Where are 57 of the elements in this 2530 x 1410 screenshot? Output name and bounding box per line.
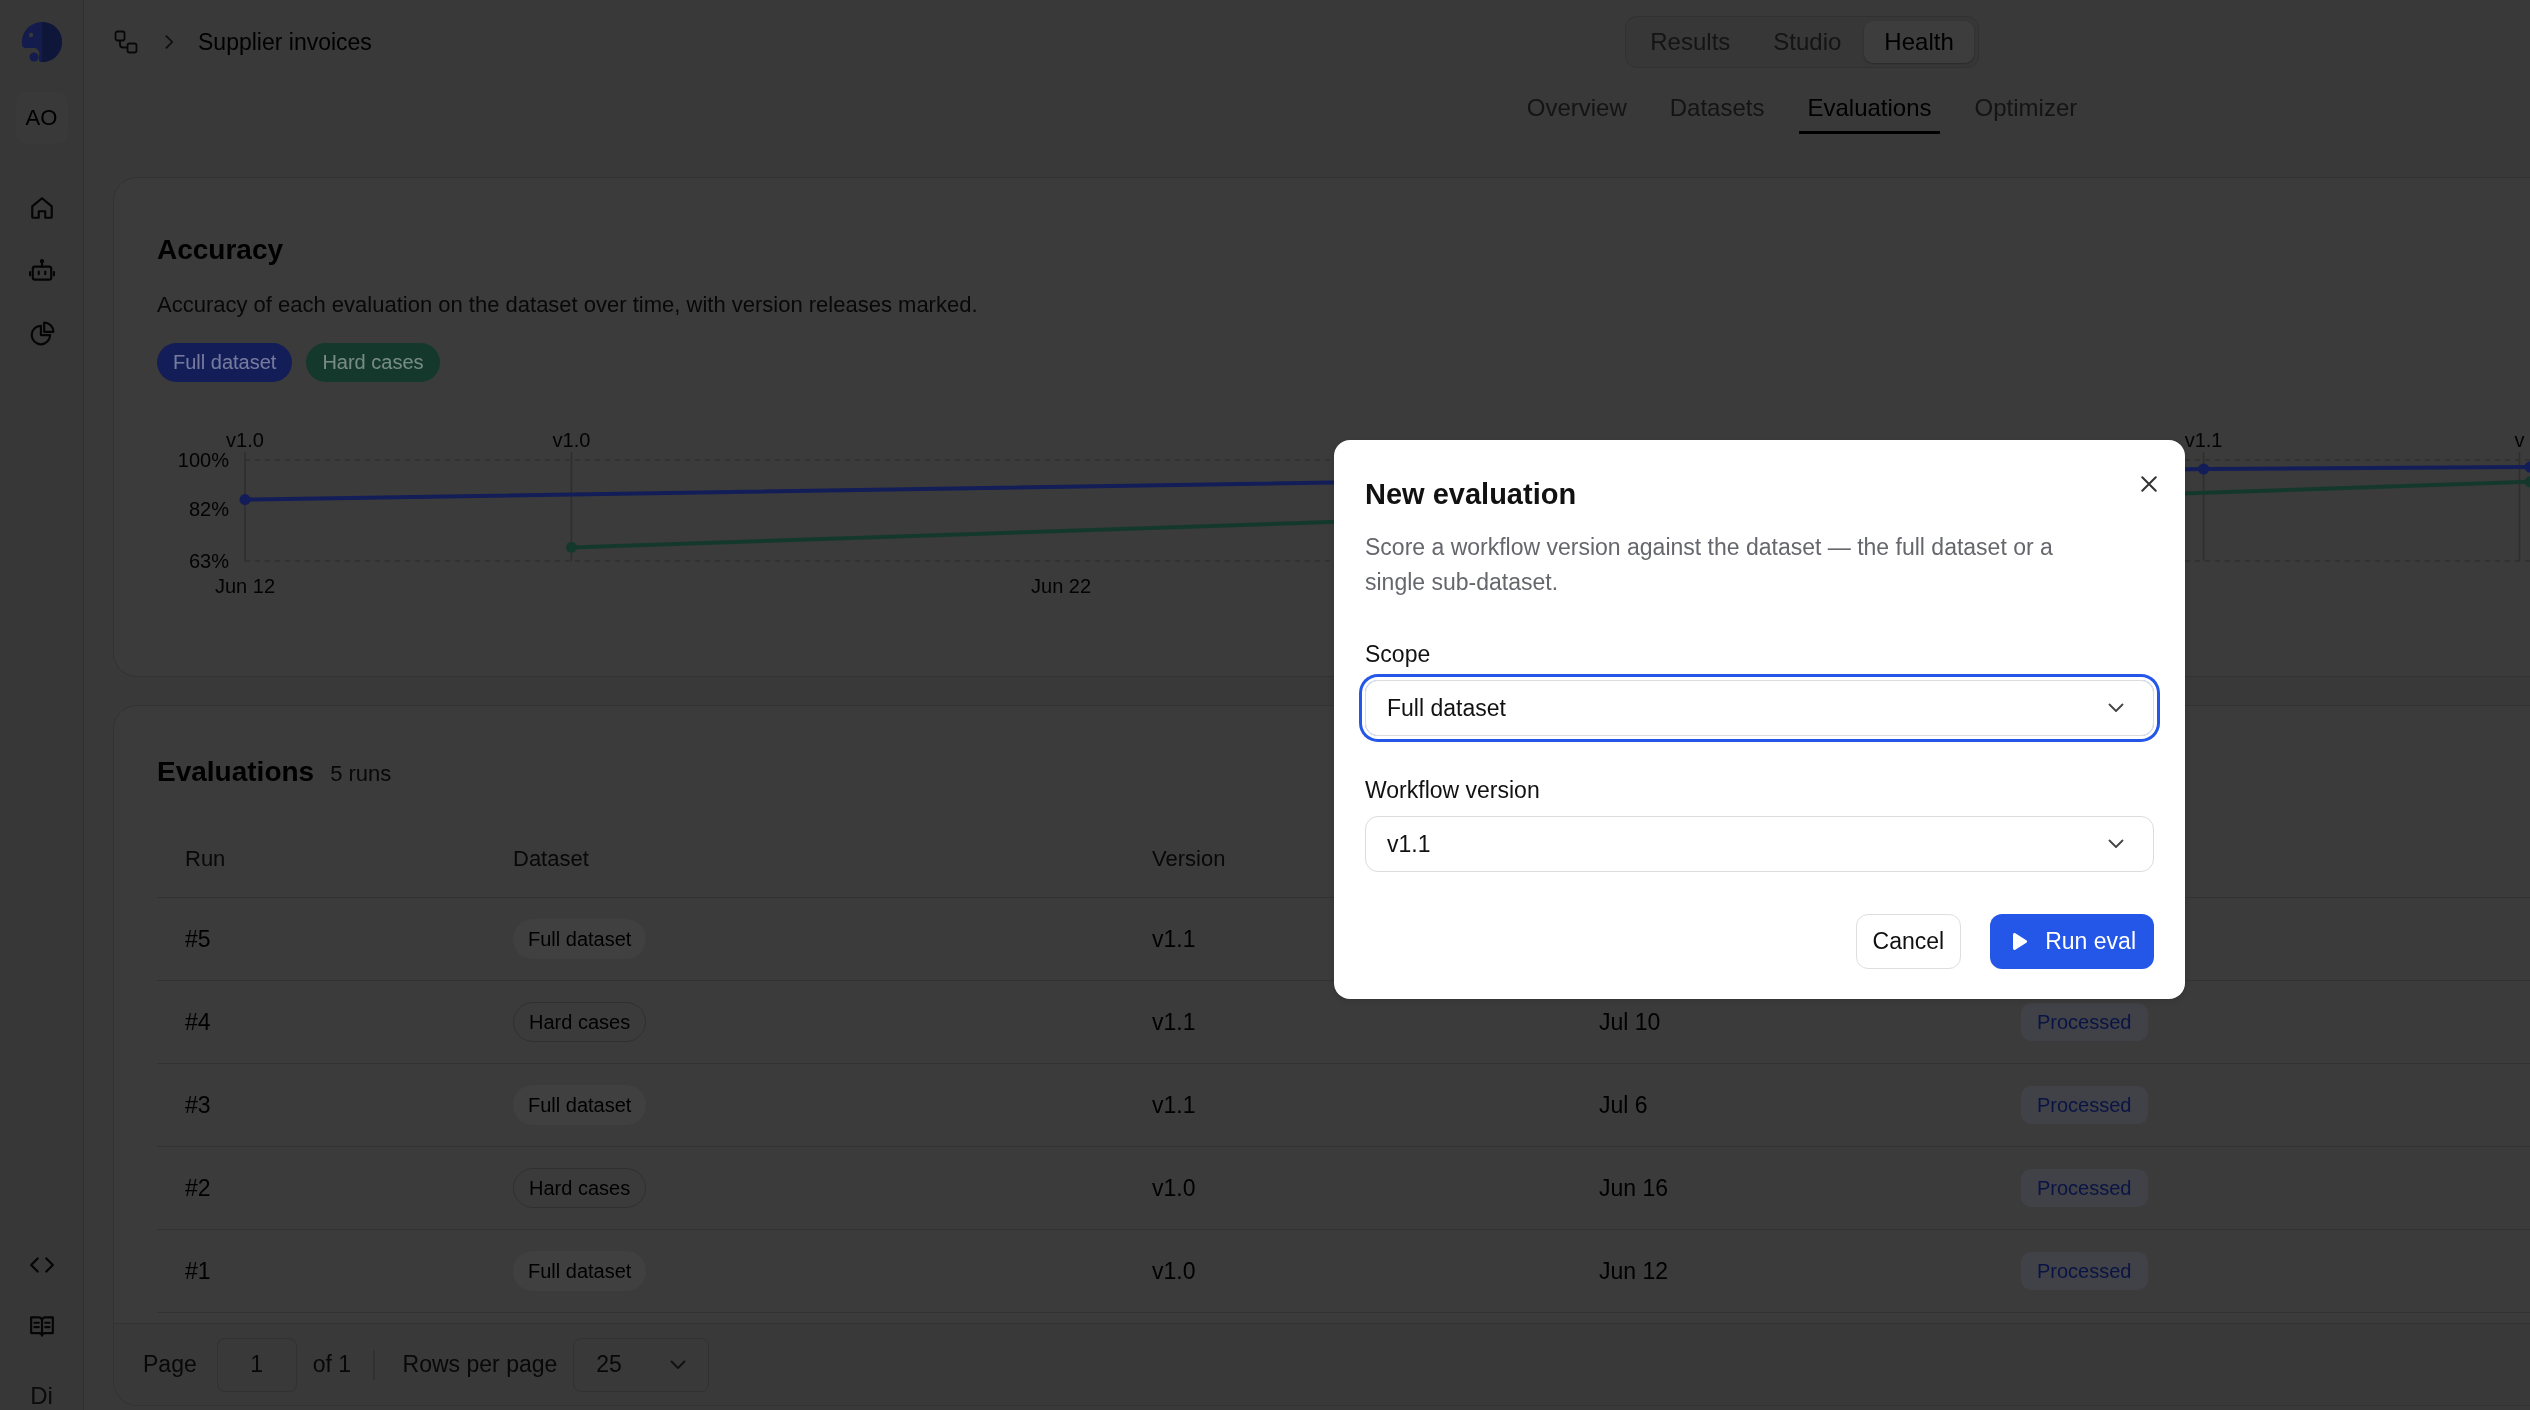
dataset-tag: Full dataset — [513, 1251, 647, 1291]
version-label: v1.0 — [226, 429, 264, 451]
field-label: Workflow version — [1365, 776, 1540, 805]
y-axis-label: 82% — [188, 498, 229, 521]
x-axis-label: Jun 22 — [1031, 575, 1092, 597]
run-cell: #2 — [185, 1174, 211, 1202]
cancel-button[interactable]: Cancel — [1855, 914, 1962, 969]
home-icon[interactable] — [28, 195, 55, 221]
dialog-description: Score a workflow version against the dataset — the full dataset or a single sub-dataset. — [1365, 533, 2054, 597]
play-icon — [2010, 931, 2029, 952]
date-cell: Jul 10 — [1599, 1008, 1661, 1036]
pie-chart-icon[interactable] — [28, 321, 55, 347]
y-axis-label: 100% — [177, 449, 229, 471]
run-cell: #1 — [185, 1257, 211, 1285]
dataset-tag: Full dataset — [513, 1085, 647, 1125]
card-title: Evaluations — [157, 756, 315, 788]
book-icon[interactable] — [28, 1313, 55, 1339]
x-axis-label: Jun 12 — [214, 575, 276, 597]
chevron-down-icon — [2108, 703, 2124, 713]
run-cell: #5 — [185, 925, 211, 953]
data-point — [239, 494, 251, 506]
version-cell: v1.1 — [1152, 1091, 1196, 1119]
dataset-tag: Full dataset — [513, 919, 647, 959]
version-label: v1.0 — [552, 429, 591, 451]
version-cell: v1.0 — [1152, 1174, 1196, 1202]
run-cell: #4 — [185, 1008, 211, 1036]
y-axis-label: 63% — [188, 550, 229, 572]
card-title: Accuracy — [157, 234, 284, 266]
nodes-icon[interactable] — [114, 30, 138, 54]
mode-tab[interactable]: Health — [1864, 21, 1974, 63]
page-tab[interactable]: Evaluations — [1799, 93, 1940, 134]
data-point — [2198, 463, 2210, 475]
date-cell: Jun 16 — [1599, 1174, 1669, 1202]
chevron-down-icon — [670, 1359, 687, 1370]
version-label: v1.1 — [2184, 429, 2223, 451]
data-point — [2524, 461, 2530, 473]
chevron-right-icon — [164, 34, 174, 50]
breadcrumb-current[interactable]: Supplier invoices — [198, 28, 372, 56]
chevron-down-icon — [2108, 839, 2124, 849]
legend-chip[interactable]: Hard cases — [306, 343, 440, 382]
robot-icon[interactable] — [28, 258, 55, 284]
field-label: Scope — [1365, 640, 1431, 669]
logo-icon[interactable] — [19, 20, 64, 64]
legend-chip[interactable]: Full dataset — [157, 343, 293, 382]
close-icon — [2140, 475, 2158, 493]
run-eval-button[interactable]: Run eval — [1990, 914, 2154, 969]
data-point — [2524, 476, 2530, 488]
version-cell: v1.1 — [1152, 1008, 1196, 1036]
date-cell: Jun 12 — [1599, 1257, 1669, 1285]
dropdown-field[interactable]: v1.1 — [1365, 816, 2154, 872]
version-cell: v1.1 — [1152, 925, 1196, 953]
date-cell: Jul 6 — [1599, 1091, 1648, 1119]
version-label: v — [2514, 429, 2525, 451]
data-point — [565, 541, 577, 553]
version-cell: v1.0 — [1152, 1257, 1196, 1285]
run-cell: #3 — [185, 1091, 211, 1119]
dialog-title: New evaluation — [1365, 477, 1577, 511]
